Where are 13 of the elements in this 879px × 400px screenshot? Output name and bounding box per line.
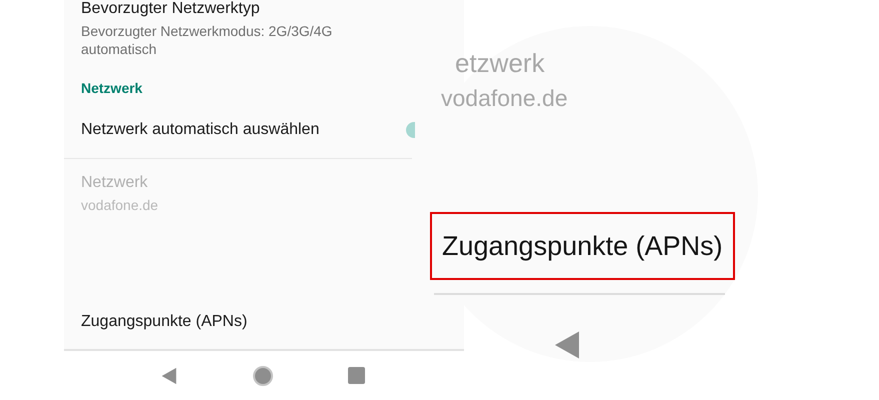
magnified-summary: vodafone.de <box>441 85 568 112</box>
setting-title[interactable]: Bevorzugter Netzwerktyp <box>81 0 260 18</box>
setting-title[interactable]: Zugangspunkte (APNs) <box>81 313 248 331</box>
recents-icon[interactable] <box>348 367 364 384</box>
toggle-switch[interactable] <box>406 122 415 138</box>
setting-summary: vodafone.de <box>81 196 160 214</box>
magnified-apn-label: Zugangspunkte (APNs) <box>442 230 723 262</box>
section-header: Netzwerk <box>81 80 142 96</box>
magnified-title: etzwerk <box>455 48 545 79</box>
setting-summary: Bevorzugter Netzwerkmodus: 2G/3G/4G automatisch <box>81 22 334 58</box>
back-icon[interactable] <box>160 366 178 384</box>
home-icon[interactable] <box>252 364 274 386</box>
setting-title[interactable]: Netzwerk automatisch auswählen <box>81 120 320 139</box>
